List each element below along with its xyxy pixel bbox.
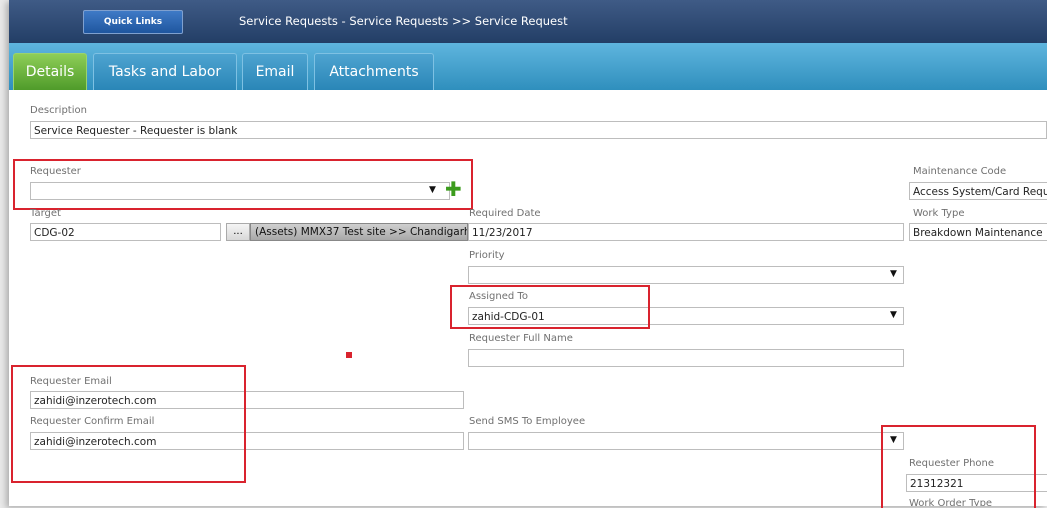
chevron-down-icon[interactable]: ▼	[890, 269, 897, 279]
priority-select[interactable]	[468, 266, 904, 284]
page-title: Service Requests - Service Requests >> S…	[239, 14, 568, 28]
maintenance-code-select[interactable]: Access System/Card Requ	[909, 182, 1047, 200]
tab-details[interactable]: Details	[13, 53, 87, 90]
target-browse-button[interactable]: ...	[226, 223, 250, 241]
send-sms-select[interactable]	[468, 432, 904, 450]
target-input[interactable]: CDG-02	[30, 223, 221, 241]
title-bar: Quick Links Service Requests - Service R…	[9, 0, 1047, 43]
required-date-input[interactable]: 11/23/2017	[468, 223, 904, 241]
highlight-assigned-to	[450, 285, 650, 329]
priority-label: Priority	[469, 250, 505, 261]
tab-attachments[interactable]: Attachments	[314, 53, 434, 90]
chevron-down-icon[interactable]: ▼	[890, 310, 897, 320]
tab-bar: Details Tasks and Labor Email Attachment…	[9, 43, 1047, 90]
requester-full-name-label: Requester Full Name	[469, 333, 573, 344]
target-asset-path: (Assets) MMX37 Test site >> Chandigarh	[250, 223, 468, 241]
target-label: Target	[30, 208, 61, 219]
tab-tasks-and-labor[interactable]: Tasks and Labor	[93, 53, 237, 90]
highlight-requester-phone	[881, 425, 1036, 508]
red-marker	[346, 352, 352, 358]
work-type-label: Work Type	[913, 208, 965, 219]
highlight-requester	[13, 159, 473, 210]
send-sms-label: Send SMS To Employee	[469, 416, 586, 427]
required-date-label: Required Date	[469, 208, 541, 219]
maintenance-code-label: Maintenance Code	[913, 166, 1007, 177]
quick-links-button[interactable]: Quick Links	[83, 10, 183, 34]
description-input[interactable]: Service Requester - Requester is blank	[30, 121, 1047, 139]
work-type-select[interactable]: Breakdown Maintenance	[909, 223, 1047, 241]
details-form: Description Service Requester - Requeste…	[9, 90, 1047, 508]
description-label: Description	[30, 105, 87, 116]
highlight-requester-email	[11, 365, 246, 483]
tab-email[interactable]: Email	[242, 53, 308, 90]
requester-full-name-input[interactable]	[468, 349, 904, 367]
